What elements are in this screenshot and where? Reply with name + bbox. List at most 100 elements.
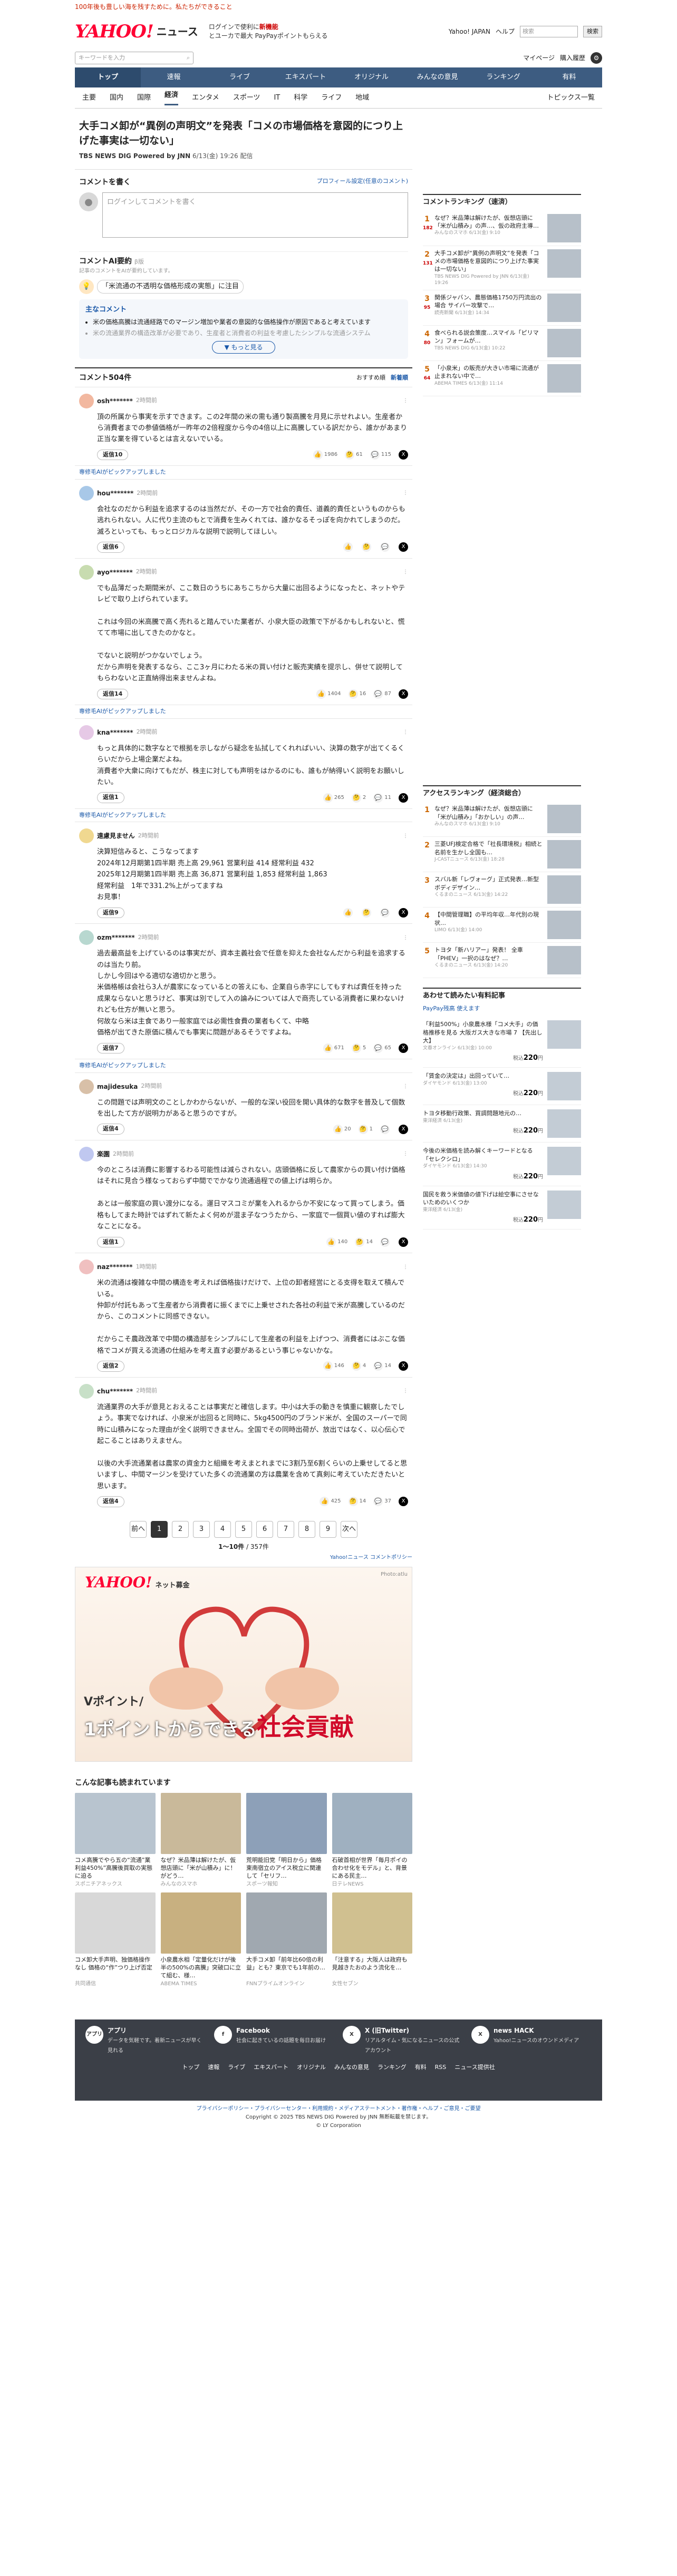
gnav-breaking[interactable]: 速報 xyxy=(141,67,207,87)
rank-item[interactable]: 4 80 食べられる説会策度…スマイル「ピリマン」フォームが… TBS NEWS DI… xyxy=(423,326,581,361)
report-link[interactable]: ⋮ xyxy=(403,832,408,840)
rank-title[interactable]: 食べられる説会策度…スマイル「ピリマン」フォームが… xyxy=(434,329,539,344)
avatar[interactable] xyxy=(79,485,94,501)
avatar[interactable] xyxy=(79,393,94,408)
rank-item[interactable]: 1 182 なぜ？米品薄は解けたが、仮想店頭に「米が山積み」の声…、仮の政府主導… み… xyxy=(423,211,581,246)
snav-economy[interactable]: 経済 xyxy=(165,90,179,105)
empathy-reaction[interactable]: 👍 146 xyxy=(323,1361,344,1371)
discussion-reaction[interactable]: 💬 xyxy=(380,1124,391,1134)
snav-topics-list[interactable]: トピックス一覧 xyxy=(547,93,595,103)
x-share-icon[interactable]: X xyxy=(399,908,408,918)
logo[interactable]: YAHOO! ニュース ログインで使利に新機能 とユーカで最大 PayPayポイ… xyxy=(75,21,328,42)
empathy-reaction[interactable]: 👍 265 xyxy=(323,793,344,803)
search-icon[interactable]: ⌕ xyxy=(187,54,190,63)
access-thumbnail[interactable] xyxy=(547,911,581,940)
snav-it[interactable]: IT xyxy=(274,93,280,103)
empathy-reaction[interactable]: 👍 425 xyxy=(320,1497,341,1507)
insight-reaction[interactable]: 🤔 1 xyxy=(358,1124,373,1134)
show-more-button[interactable]: ▼ もっと見る xyxy=(212,340,275,354)
footer-link[interactable]: 速報 xyxy=(208,2063,219,2072)
footer-sns-link[interactable]: X X (旧Twitter) リアルタイム・気になるニュースの公式アカウント xyxy=(343,2025,463,2056)
paid-article-title[interactable]: 国民を救う米価値の値下げは絵空事にさせないためのいくつか xyxy=(423,1191,539,1206)
insight-reaction[interactable]: 🤔 14 xyxy=(348,1497,366,1507)
pager-prev[interactable]: 前へ xyxy=(130,1520,147,1538)
x-share-icon[interactable]: X xyxy=(399,689,408,699)
report-link[interactable]: ⋮ xyxy=(403,934,408,942)
comment-user[interactable]: kna******* xyxy=(97,728,133,737)
snav-entertainment[interactable]: エンタメ xyxy=(192,93,219,103)
pager-page-6[interactable]: 6 xyxy=(256,1520,273,1538)
paid-article-item[interactable]: 今後の米価格を読み解くキーワードとなる「セレクシロ」 ダイヤモンド 6/13(金)… xyxy=(423,1143,581,1186)
discussion-reaction[interactable]: 💬 87 xyxy=(373,689,391,699)
comment-user[interactable]: osh******* xyxy=(97,396,133,406)
footer-link[interactable]: ランキング xyxy=(378,2063,407,2072)
footer-link[interactable]: ライブ xyxy=(228,2063,245,2072)
insight-reaction[interactable]: 🤔 5 xyxy=(351,1043,366,1053)
reco-card[interactable]: コメ卸大手声明、独価格操作なし 価格の“作”つり上げ否定 共同通信 xyxy=(75,1892,156,1988)
footer-sns-link[interactable]: アプリ アプリ データを気軽です。着新ニュースが早く見れる xyxy=(85,2025,206,2056)
reco-card[interactable]: なぜ？米品薄は解けたが、仮想店頭に「米が山積み」に！がどう… みんなのスマホ xyxy=(160,1792,241,1888)
report-link[interactable]: ⋮ xyxy=(403,568,408,576)
insight-reaction[interactable]: 🤔 4 xyxy=(351,1361,366,1371)
avatar[interactable] xyxy=(79,725,94,740)
paid-article-title[interactable]: トヨタ移動行政策、買調問題地元の… xyxy=(423,1110,521,1117)
reco-card-title[interactable]: コメ高騰でやら五の“流通”業利益450%”高騰後買取の実態に迫る xyxy=(75,1856,156,1880)
report-link[interactable]: ⋮ xyxy=(403,489,408,497)
reco-card-title[interactable]: 石破首相が世界「毎月ポイの合わせ化をモデル」と、背景にある民主… xyxy=(332,1856,413,1880)
discussion-reaction[interactable]: 💬 11 xyxy=(373,793,391,803)
insight-reaction[interactable]: 🤔 2 xyxy=(351,793,366,803)
rank-item[interactable]: 3 95 関係ジャバン、農態価格1750万円流出の場合 サイバー攻撃で… 読売新聞 6… xyxy=(423,290,581,326)
discussion-reaction[interactable]: 💬 xyxy=(380,542,391,552)
paid-article-title[interactable]: 「賃金の決定は」出回っていて… xyxy=(423,1072,509,1079)
access-title[interactable]: 三菱UFJ検定合格で「社長環境税」相続と名前を生かし全国も… xyxy=(434,841,543,855)
insight-reaction[interactable]: 🤔 61 xyxy=(345,450,363,460)
pager-page-4[interactable]: 4 xyxy=(214,1520,231,1538)
ad-banner[interactable]: YAHOO! ネット募金 Photo:atlu Vポイント/ 1ポイントからできる… xyxy=(75,1566,412,1762)
insight-reaction[interactable]: 🤔 xyxy=(362,908,373,918)
avatar[interactable] xyxy=(79,930,94,945)
footer-link[interactable]: 有料 xyxy=(415,2063,427,2072)
reco-card-title[interactable]: 「注意する」大阪人は政府も見越きたおのよう流化を… xyxy=(332,1956,413,1980)
x-share-icon[interactable]: X xyxy=(399,1043,408,1053)
paid-article-title[interactable]: 「利益500%」小泉農水様「コメ大手」の価格推移を見る 大阪ガス大きな市場 7 … xyxy=(423,1021,543,1044)
pager-page-3[interactable]: 3 xyxy=(193,1520,210,1538)
gnav-opinion[interactable]: みんなの意見 xyxy=(404,67,470,87)
rank-thumbnail[interactable] xyxy=(547,293,581,322)
rank-thumbnail[interactable] xyxy=(547,249,581,278)
yahoo-japan-link[interactable]: Yahoo! JAPAN xyxy=(449,27,490,36)
comment-user[interactable]: ozm******* xyxy=(97,933,135,942)
rank-item[interactable]: 5 64 「小泉米」の販売が大きい市場に流通が止まれない中で… ABEMA TIMES… xyxy=(423,361,581,396)
pager-next[interactable]: 次へ xyxy=(341,1520,357,1538)
reco-card-title[interactable]: コメ卸大手声明、独価格操作なし 価格の“作”つり上げ否定 xyxy=(75,1956,156,1980)
reply-button[interactable]: 返信1 xyxy=(97,1236,124,1248)
report-link[interactable]: ⋮ xyxy=(403,1263,408,1271)
rank-title[interactable]: なぜ？米品薄は解けたが、仮想店頭に「米が山積み」の声…、仮の政府主導… xyxy=(434,214,539,229)
reply-button[interactable]: 返信1 xyxy=(97,792,124,803)
x-share-icon[interactable]: X xyxy=(399,450,408,460)
paid-article-title[interactable]: 今後の米価格を読み解くキーワードとなる「セレクシロ」 xyxy=(423,1147,533,1162)
footer-link[interactable]: トップ xyxy=(182,2063,199,2072)
report-link[interactable]: ⋮ xyxy=(403,1150,408,1158)
avatar[interactable] xyxy=(79,1383,94,1399)
empathy-reaction[interactable]: 👍 1986 xyxy=(313,450,337,460)
footer-link[interactable]: オリジナル xyxy=(297,2063,326,2072)
reco-thumbnail[interactable] xyxy=(332,1792,412,1854)
avatar[interactable] xyxy=(79,828,94,844)
pager-page-2[interactable]: 2 xyxy=(172,1520,189,1538)
header-search-button[interactable]: 検索 xyxy=(583,25,602,38)
reply-button[interactable]: 返信6 xyxy=(97,542,124,553)
comment-user[interactable]: 楽園 xyxy=(97,1149,110,1159)
discussion-reaction[interactable]: 💬 14 xyxy=(373,1361,391,1371)
snav-domestic[interactable]: 国内 xyxy=(110,93,123,103)
rank-title[interactable]: 「小泉米」の販売が大きい市場に流通が止まれない中で… xyxy=(434,365,539,379)
access-title[interactable]: トヨタ「新ハリアー」発表！ 全車「PHEV」一択のはなぜ？… xyxy=(434,947,523,961)
reco-thumbnail[interactable] xyxy=(160,1892,241,1954)
article-title[interactable]: 大手コメ卸が“異例の声明文”を発表「コメの市場価格を意図的につり上げた事実は一切… xyxy=(79,119,408,148)
avatar[interactable] xyxy=(79,1079,94,1094)
paid-article-item[interactable]: 「利益500%」小泉農水様「コメ大手」の価格推移を見る 大阪ガス大きな市場 7 … xyxy=(423,1016,581,1068)
pager-page-5[interactable]: 5 xyxy=(235,1520,252,1538)
reco-thumbnail[interactable] xyxy=(160,1792,241,1854)
access-thumbnail[interactable] xyxy=(547,840,581,869)
reply-button[interactable]: 返信4 xyxy=(97,1496,124,1507)
empathy-reaction[interactable]: 👍 671 xyxy=(323,1043,344,1053)
